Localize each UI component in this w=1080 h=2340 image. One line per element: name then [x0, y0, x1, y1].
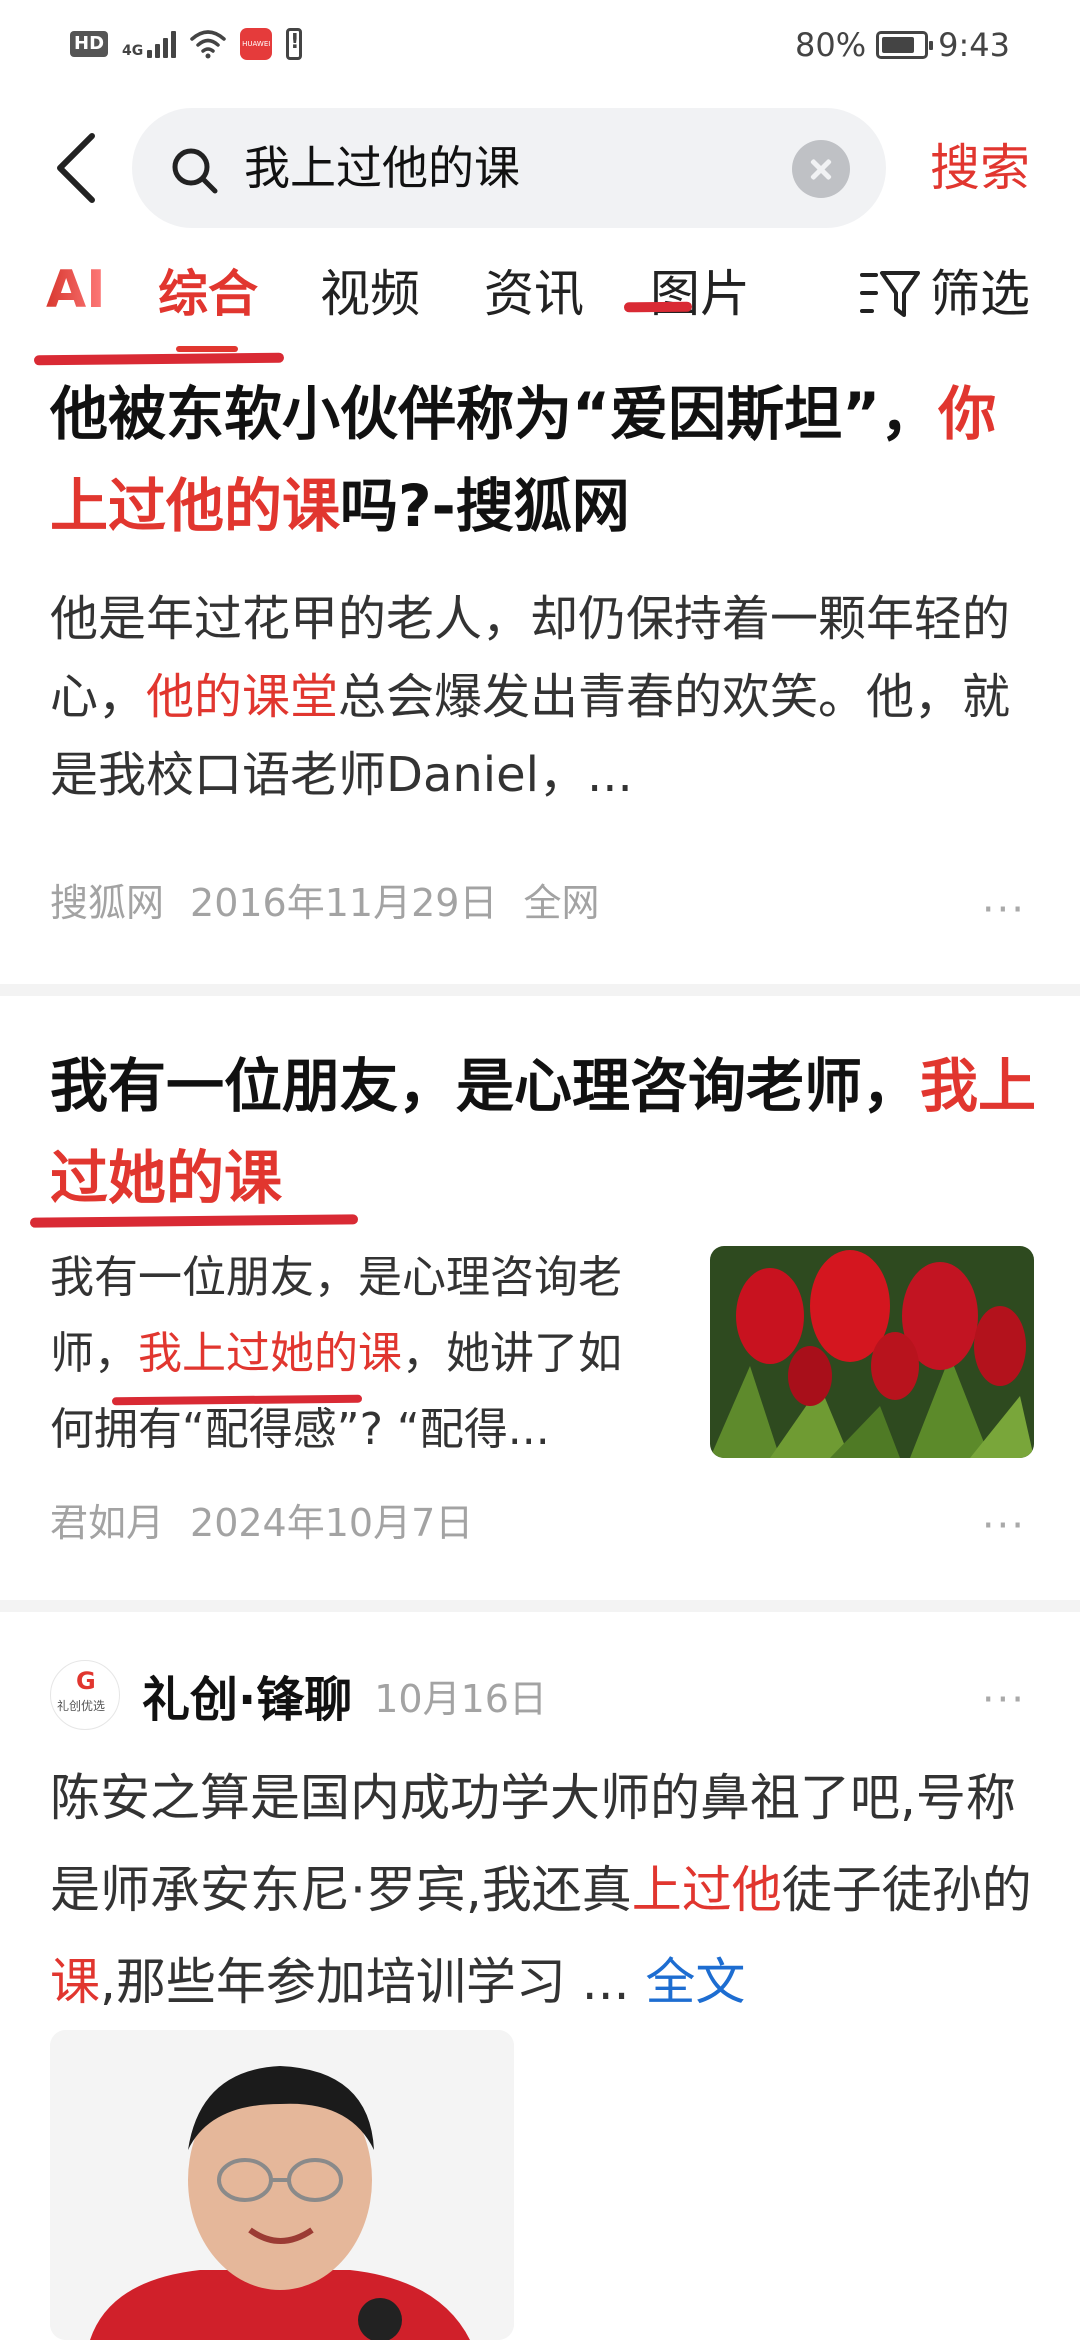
post-text-end: ,那些年参加培训学习 — [100, 1953, 566, 2011]
active-tab-indicator — [176, 346, 238, 352]
battery-level — [882, 37, 915, 53]
more-dots-icon[interactable]: ··· — [982, 1680, 1026, 1720]
snippet-highlight: 他的课堂 — [146, 669, 339, 725]
result-title[interactable]: 他被东软小伙伴称为“爱因斯坦”，你上过他的课吗?-搜狐网 — [50, 368, 1040, 552]
post-highlight: 上过他 — [631, 1861, 782, 1919]
search-button[interactable]: 搜索 — [930, 136, 1030, 200]
red-underline-mark — [623, 301, 693, 313]
section-divider — [0, 1600, 1080, 1612]
tab-video[interactable]: 视频 — [320, 264, 420, 324]
search-query[interactable]: 我上过他的课 — [244, 138, 520, 198]
tab-images[interactable]: 图片 — [650, 264, 750, 324]
search-header: 我上过他的课 搜索 — [0, 108, 1080, 228]
result-title-suffix: 吗?-搜狐网 — [340, 472, 630, 540]
cellular-signal-icon: 4G — [122, 30, 177, 59]
person-photo-image — [50, 2030, 514, 2340]
category-tabs: AI 综合 视频 资讯 图片 筛选 — [0, 258, 1080, 352]
filter-button[interactable]: 筛选 — [860, 264, 1030, 324]
result-date: 2016年11月29日 — [190, 881, 498, 925]
result-title-text: 我有一位朋友，是心理咨询老师， — [50, 1052, 921, 1120]
result-source: 君如月 — [50, 1501, 165, 1545]
result-meta: 君如月 2024年10月7日 — [50, 1498, 473, 1548]
result-scope: 全网 — [523, 881, 600, 925]
filter-label: 筛选 — [930, 265, 1030, 323]
status-right: 80% 9:43 — [795, 26, 1010, 64]
avatar-logo-caption: 礼创优选 — [57, 1699, 106, 1713]
post-header: G 礼创优选 礼创·锋聊 10月16日 — [50, 1660, 547, 1730]
search-icon — [172, 148, 218, 194]
red-underline-mark — [33, 352, 285, 366]
filter-icon — [860, 271, 920, 317]
status-left-icons: HD 4G HUAWEI — [70, 28, 303, 60]
battery-icon — [876, 31, 934, 59]
ellipsis: ... — [565, 1953, 630, 2011]
post-highlight-2: 课 — [50, 1953, 100, 2011]
section-divider — [0, 984, 1080, 996]
more-dots-icon[interactable]: ··· — [982, 1506, 1026, 1546]
chevron-left-icon[interactable] — [48, 130, 108, 206]
status-bar: HD 4G HUAWEI 80% 9:43 — [0, 0, 1080, 92]
network-type: 4G — [122, 43, 144, 59]
wifi-icon — [190, 30, 226, 59]
avatar-logo-mark: G — [76, 1667, 96, 1695]
more-dots-icon[interactable]: ··· — [982, 890, 1026, 930]
tab-ai[interactable]: AI — [46, 258, 106, 322]
tab-comprehensive[interactable]: 综合 — [158, 264, 258, 324]
red-underline-mark — [29, 1214, 359, 1228]
post-body[interactable]: 陈安之算是国内成功学大师的鼻祖了吧,号称是师承安东尼·罗宾,我还真上过他徒子徒孙… — [50, 1752, 1040, 2028]
app-notification-icon: HUAWEI — [240, 28, 273, 60]
avatar[interactable]: G 礼创优选 — [50, 1660, 120, 1730]
author-name[interactable]: 礼创·锋聊 — [142, 1660, 352, 1730]
battery-percent: 80% — [795, 26, 867, 64]
hd-badge: HD — [70, 31, 109, 57]
result-title-text: 他被东软小伙伴称为“爱因斯坦”， — [50, 380, 939, 448]
tab-news[interactable]: 资讯 — [484, 264, 584, 324]
result-thumbnail[interactable] — [710, 1246, 1034, 1458]
result-meta: 搜狐网 2016年11月29日 全网 — [50, 878, 599, 928]
result-snippet: 他是年过花甲的老人，却仍保持着一颗年轻的心，他的课堂总会爆发出青春的欢笑。他，就… — [50, 580, 1040, 814]
post-text-mid: 徒子徒孙的 — [781, 1861, 1032, 1919]
post-image[interactable] — [50, 2030, 514, 2340]
result-source: 搜狐网 — [50, 881, 165, 925]
result-title[interactable]: 我有一位朋友，是心理咨询老师，我上过她的课 — [50, 1040, 1040, 1224]
result-snippet: 我有一位朋友，是心理咨询老师，我上过她的课，她讲了如何拥有“配得感”? “配得.… — [50, 1240, 660, 1468]
flower-thumbnail-image — [710, 1246, 1034, 1458]
full-text-link[interactable]: 全文 — [645, 1953, 745, 2011]
clock: 9:43 — [938, 26, 1010, 64]
alert-icon — [286, 28, 303, 60]
close-circle-icon[interactable] — [792, 140, 850, 198]
search-input[interactable]: 我上过他的课 — [132, 108, 886, 228]
result-date: 2024年10月7日 — [190, 1501, 474, 1545]
post-date: 10月16日 — [374, 1676, 547, 1721]
snippet-highlight: 我上过她的课 — [138, 1328, 402, 1379]
